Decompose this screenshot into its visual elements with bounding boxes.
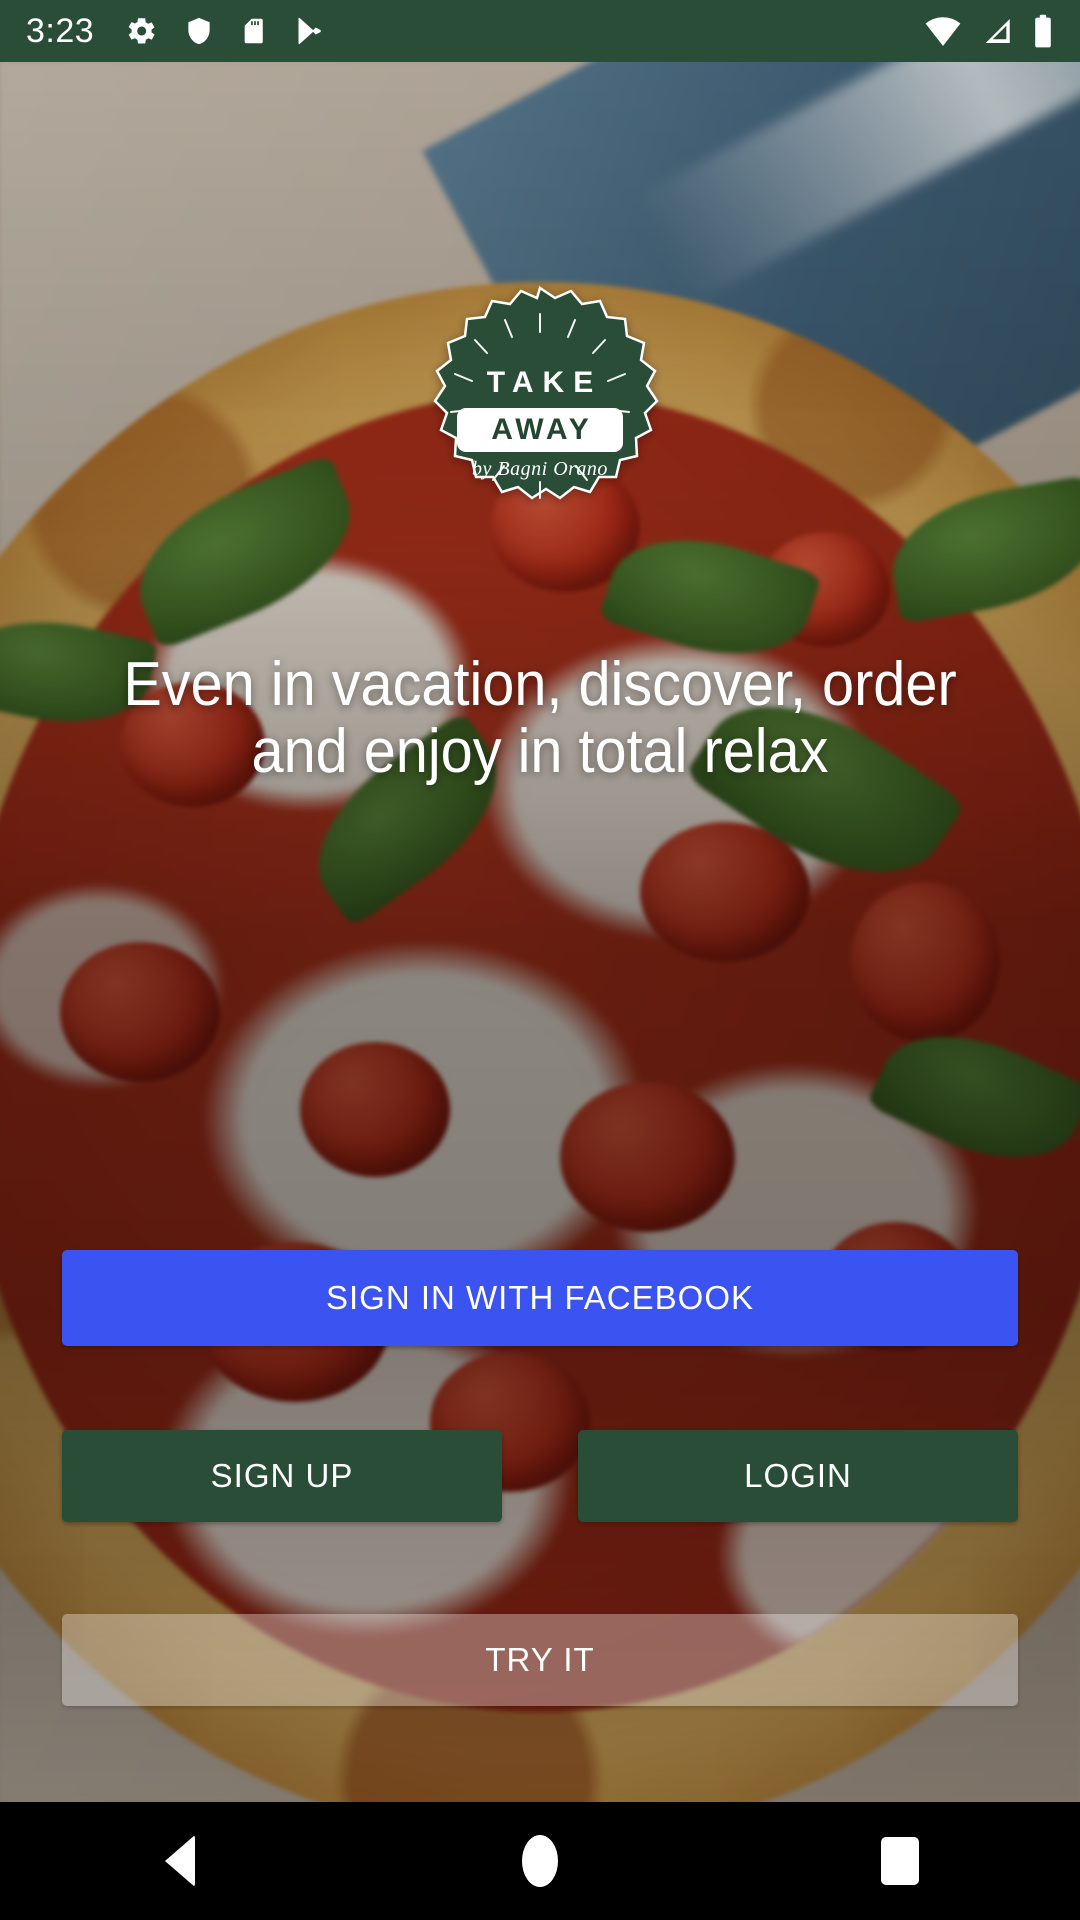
logo-text-take: TAKE bbox=[486, 366, 603, 399]
status-bar: 3:23 bbox=[0, 0, 1080, 62]
page-title: Even in vacation, discover, order and en… bbox=[123, 650, 957, 786]
sd-card-icon bbox=[244, 18, 263, 44]
recents-icon bbox=[881, 1837, 919, 1885]
nav-recents-button[interactable] bbox=[810, 1802, 990, 1920]
login-button[interactable]: LOGIN bbox=[578, 1430, 1018, 1522]
shield-icon bbox=[188, 17, 210, 45]
battery-full-icon bbox=[1035, 14, 1051, 48]
logo-text-away: AWAY bbox=[491, 413, 593, 446]
logo-tagline: by Bagni Orano bbox=[472, 458, 608, 480]
home-icon bbox=[522, 1835, 558, 1887]
nav-home-button[interactable] bbox=[450, 1802, 630, 1920]
main-content: TAKE AWAY by Bagni Orano Even in vacatio… bbox=[0, 62, 1080, 1802]
logo-away-plate: AWAY bbox=[457, 408, 623, 452]
play-store-icon bbox=[298, 17, 321, 45]
sign-in-with-facebook-button[interactable]: SIGN IN WITH FACEBOOK bbox=[62, 1250, 1018, 1346]
try-it-button[interactable]: TRY IT bbox=[62, 1614, 1018, 1706]
cellular-signal-icon bbox=[985, 18, 1010, 44]
status-bar-right-icons bbox=[924, 14, 1054, 48]
app-screen: 3:23 TAKE AWAY by Bagni Orano Even in va… bbox=[0, 0, 1080, 1920]
android-navigation-bar bbox=[0, 1802, 1080, 1920]
status-bar-left-icons bbox=[124, 14, 324, 48]
wifi-icon bbox=[925, 17, 961, 47]
sign-up-button[interactable]: SIGN UP bbox=[62, 1430, 502, 1522]
nav-back-button[interactable] bbox=[90, 1802, 270, 1920]
status-bar-clock: 3:23 bbox=[26, 12, 95, 50]
gear-icon bbox=[128, 18, 155, 44]
app-logo: TAKE AWAY by Bagni Orano bbox=[415, 284, 665, 534]
back-icon bbox=[165, 1835, 195, 1887]
